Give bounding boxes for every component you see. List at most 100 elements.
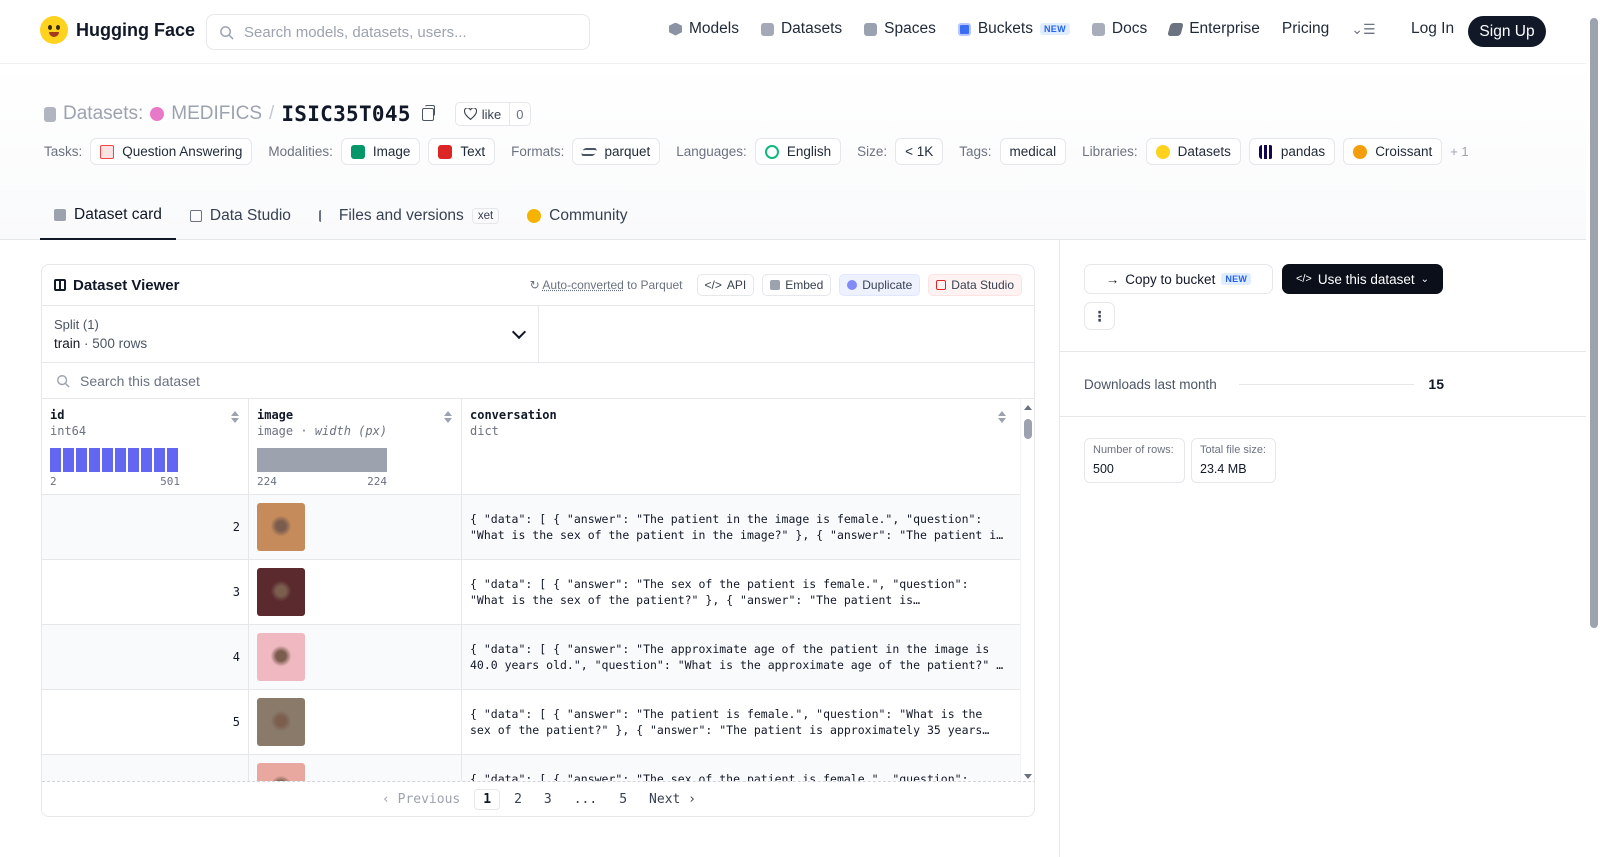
- cell-conversation[interactable]: { "data": [ { "answer": "The patient is …: [462, 690, 1017, 754]
- tag-medical[interactable]: medical: [999, 138, 1067, 165]
- cell-image[interactable]: [249, 495, 462, 559]
- nav-docs[interactable]: Docs: [1091, 20, 1147, 38]
- nav-enterprise[interactable]: Enterprise: [1167, 20, 1260, 38]
- tag-lib-datasets-label: Datasets: [1177, 144, 1231, 159]
- tag-size[interactable]: < 1K: [895, 138, 944, 165]
- nav-spaces[interactable]: Spaces: [864, 20, 936, 38]
- cell-image[interactable]: [249, 560, 462, 624]
- copy-to-bucket-button[interactable]: → Copy to bucket NEW: [1084, 264, 1273, 294]
- more-menu-icon[interactable]: ⌄☰: [1351, 21, 1375, 38]
- copy-icon[interactable]: [421, 104, 435, 121]
- page-1[interactable]: 1: [474, 788, 501, 810]
- scrollbar-thumb[interactable]: [1024, 419, 1032, 439]
- histogram-bar[interactable]: [63, 448, 74, 472]
- histogram-bar[interactable]: [89, 448, 100, 472]
- breadcrumb-separator: /: [269, 103, 275, 124]
- tag-lib-pandas[interactable]: pandas: [1248, 138, 1336, 165]
- next-page-button[interactable]: Next ›: [641, 790, 704, 809]
- column-header-conversation[interactable]: conversation dict: [462, 399, 1021, 494]
- skin-lesion-thumbnail[interactable]: [257, 503, 305, 551]
- tag-lib-croissant[interactable]: Croissant: [1343, 138, 1443, 165]
- nav-models[interactable]: Models: [669, 20, 739, 38]
- cell-image[interactable]: [249, 690, 462, 754]
- cell-conversation-value: { "data": [ { "answer": "The patient in …: [470, 512, 1004, 542]
- skin-lesion-thumbnail[interactable]: [257, 633, 305, 681]
- dataset-header: Datasets: MEDIFICS / ISIC35T045 like 0 T…: [0, 64, 1586, 240]
- previous-page-button[interactable]: ‹ Previous: [374, 790, 468, 809]
- auto-converted-link[interactable]: Auto-converted: [542, 278, 623, 292]
- histogram-bar[interactable]: [167, 448, 178, 472]
- more-libraries[interactable]: + 1: [1450, 144, 1468, 159]
- tag-language[interactable]: English: [754, 138, 842, 165]
- cell-conversation[interactable]: { "data": [ { "answer": "The sex of the …: [462, 560, 1017, 624]
- histogram-bar[interactable]: [141, 448, 152, 472]
- width-distribution-bar[interactable]: [257, 448, 387, 472]
- page-2[interactable]: 2: [506, 790, 530, 809]
- sort-icon[interactable]: [231, 411, 240, 423]
- split-dropdown[interactable]: Split (1) train · 500 rows: [42, 306, 539, 362]
- embed-button[interactable]: Embed: [762, 274, 832, 296]
- tag-format[interactable]: parquet: [572, 138, 661, 165]
- histogram-bar[interactable]: [102, 448, 113, 472]
- column-header-id[interactable]: id int64 2 501: [42, 399, 249, 494]
- cell-image[interactable]: [249, 625, 462, 689]
- data-studio-label: Data Studio: [951, 278, 1014, 292]
- page-5[interactable]: 5: [611, 790, 635, 809]
- histogram-bar[interactable]: [128, 448, 139, 472]
- tab-community[interactable]: Community: [513, 192, 641, 240]
- api-label: API: [726, 278, 747, 292]
- breadcrumb-org[interactable]: MEDIFICS: [171, 103, 262, 125]
- nav-spaces-label: Spaces: [884, 20, 936, 37]
- sidebar-divider: [1060, 416, 1586, 417]
- histogram-bar[interactable]: [154, 448, 165, 472]
- sort-icon[interactable]: [444, 411, 453, 423]
- tag-modality-image[interactable]: Image: [340, 138, 421, 165]
- histogram-bar[interactable]: [50, 448, 61, 472]
- scroll-down-icon[interactable]: [1024, 774, 1032, 779]
- tab-data-studio[interactable]: Data Studio: [176, 192, 305, 240]
- range-min: 224: [257, 475, 277, 488]
- nav-pricing[interactable]: Pricing: [1282, 20, 1329, 38]
- dataset-name[interactable]: ISIC35T045: [281, 102, 410, 126]
- nav-datasets[interactable]: Datasets: [760, 20, 842, 38]
- global-search[interactable]: [206, 14, 590, 50]
- table-row[interactable]: 4 { "data": [ { "answer": "The approximat…: [42, 625, 1034, 690]
- data-studio-button[interactable]: Data Studio: [928, 274, 1022, 296]
- breadcrumb-section[interactable]: Datasets:: [63, 103, 143, 125]
- more-options-button[interactable]: ⋮: [1084, 302, 1115, 330]
- nav-buckets[interactable]: Buckets NEW: [957, 20, 1070, 38]
- histogram-bar[interactable]: [76, 448, 87, 472]
- tab-files[interactable]: Files and versions xet: [305, 192, 513, 240]
- auto-converted-note: ↻ Auto-converted to Parquet: [529, 278, 683, 292]
- table-scrollbar[interactable]: [1020, 399, 1034, 785]
- tag-modality-text[interactable]: Text: [428, 138, 496, 165]
- signup-button[interactable]: Sign Up: [1468, 16, 1546, 47]
- login-link[interactable]: Log In: [1411, 20, 1454, 38]
- table-row[interactable]: 3 { "data": [ { "answer": "The sex of the…: [42, 560, 1034, 625]
- cell-conversation[interactable]: { "data": [ { "answer": "The patient in …: [462, 495, 1017, 559]
- table-row[interactable]: 2 { "data": [ { "answer": "The patient in…: [42, 495, 1034, 560]
- tab-dataset-card[interactable]: Dataset card: [40, 192, 176, 240]
- api-button[interactable]: </> API: [696, 274, 755, 296]
- xet-badge: xet: [471, 208, 500, 224]
- table-row[interactable]: 5 { "data": [ { "answer": "The patient is…: [42, 690, 1034, 755]
- page-3[interactable]: 3: [536, 790, 560, 809]
- page-scrollbar[interactable]: [1586, 0, 1600, 857]
- dataset-search[interactable]: [42, 363, 1034, 399]
- tag-lib-datasets[interactable]: Datasets: [1145, 138, 1241, 165]
- column-header-image[interactable]: image image · width (px) 224 224: [249, 399, 462, 494]
- use-this-dataset-button[interactable]: </> Use this dataset ⌄: [1282, 264, 1443, 294]
- brand-logo[interactable]: Hugging Face: [40, 16, 195, 44]
- skin-lesion-thumbnail[interactable]: [257, 698, 305, 746]
- skin-lesion-thumbnail[interactable]: [257, 568, 305, 616]
- cell-conversation[interactable]: { "data": [ { "answer": "The approximate…: [462, 625, 1017, 689]
- global-search-input[interactable]: [244, 23, 574, 41]
- duplicate-button[interactable]: Duplicate: [839, 274, 921, 296]
- tag-task[interactable]: Question Answering: [90, 138, 253, 165]
- like-button[interactable]: like 0: [454, 102, 531, 126]
- dataset-search-input[interactable]: [80, 372, 680, 389]
- scroll-up-icon[interactable]: [1024, 405, 1032, 410]
- sort-icon[interactable]: [998, 411, 1007, 423]
- page-scrollbar-thumb[interactable]: [1590, 18, 1598, 628]
- histogram-bar[interactable]: [115, 448, 126, 472]
